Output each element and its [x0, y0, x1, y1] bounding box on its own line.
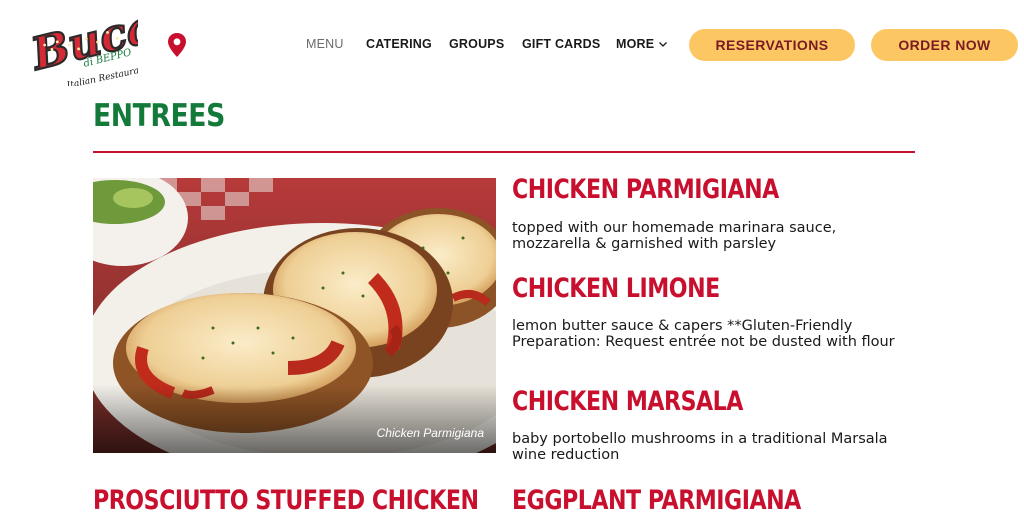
nav-more-label: MORE	[616, 37, 655, 51]
nav-catering[interactable]: CATERING	[366, 37, 432, 51]
item-desc-chicken-limone: lemon butter sauce & capers **Gluten-Fri…	[512, 318, 895, 350]
item-title-prosciutto-stuffed-chicken: PROSCIUTTO STUFFED CHICKEN	[93, 485, 479, 516]
order-now-button[interactable]: ORDER NOW	[871, 29, 1018, 61]
item-desc-chicken-parmigiana: topped with our homemade marinara sauce,…	[512, 220, 837, 252]
section-divider	[93, 151, 915, 153]
chicken-parmigiana-photo: Chicken Parmigiana	[93, 178, 496, 453]
nav-groups[interactable]: GROUPS	[449, 37, 504, 51]
item-title-chicken-limone: CHICKEN LIMONE	[512, 273, 720, 304]
nav-menu[interactable]: MENU	[306, 37, 344, 51]
item-title-chicken-parmigiana: CHICKEN PARMIGIANA	[512, 174, 779, 205]
logo-mark: Buca di BEPPO Italian Restaurant	[24, 0, 161, 91]
item-desc-chicken-marsala: baby portobello mushrooms in a tradition…	[512, 431, 888, 463]
chevron-down-icon	[659, 42, 668, 47]
location-pin-icon[interactable]	[166, 32, 188, 58]
site-header: Buca di BEPPO Italian Restaurant MENU CA…	[0, 0, 1024, 91]
nav-gift-cards[interactable]: GIFT CARDS	[522, 37, 600, 51]
buca-logo[interactable]: Buca di BEPPO Italian Restaurant	[24, 0, 161, 91]
nav-more[interactable]: MORE	[616, 37, 668, 51]
food-illustration	[93, 178, 496, 453]
section-title: ENTREES	[93, 98, 225, 134]
reservations-button[interactable]: RESERVATIONS	[689, 29, 855, 61]
photo-caption: Chicken Parmigiana	[376, 426, 484, 440]
item-title-eggplant-parmigiana: EGGPLANT PARMIGIANA	[512, 485, 801, 516]
item-title-chicken-marsala: CHICKEN MARSALA	[512, 386, 743, 417]
